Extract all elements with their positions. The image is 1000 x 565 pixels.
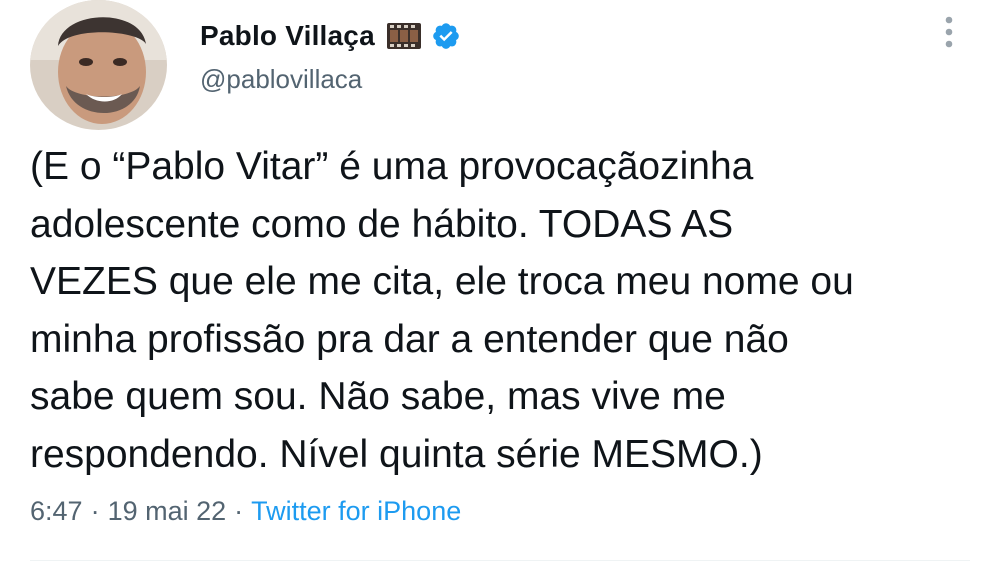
- film-frames-icon: [386, 23, 421, 49]
- name-row: Pablo Villaça: [200, 16, 461, 56]
- tweet-meta: 6:47 · 19 mai 22 · Twitter for iPhone: [30, 496, 461, 527]
- tweet: Pablo Villaça @pablovillaca (E o “Pablo …: [0, 0, 1000, 565]
- display-name[interactable]: Pablo Villaça: [200, 20, 375, 52]
- tweet-date[interactable]: 19 mai 22: [108, 496, 227, 527]
- avatar-photo: [30, 0, 167, 130]
- tweet-text: (E o “Pablo Vitar” é uma provocaçãozinha…: [30, 145, 854, 476]
- avatar[interactable]: [30, 0, 167, 130]
- tweet-source-link[interactable]: Twitter for iPhone: [251, 496, 461, 527]
- more-vertical-icon[interactable]: [938, 14, 960, 54]
- divider: [30, 560, 970, 561]
- meta-separator: ·: [90, 496, 100, 526]
- handle[interactable]: @pablovillaca: [200, 64, 362, 95]
- meta-separator: ·: [234, 496, 244, 526]
- tweet-time[interactable]: 6:47: [30, 496, 83, 527]
- verified-badge-icon: [431, 21, 461, 51]
